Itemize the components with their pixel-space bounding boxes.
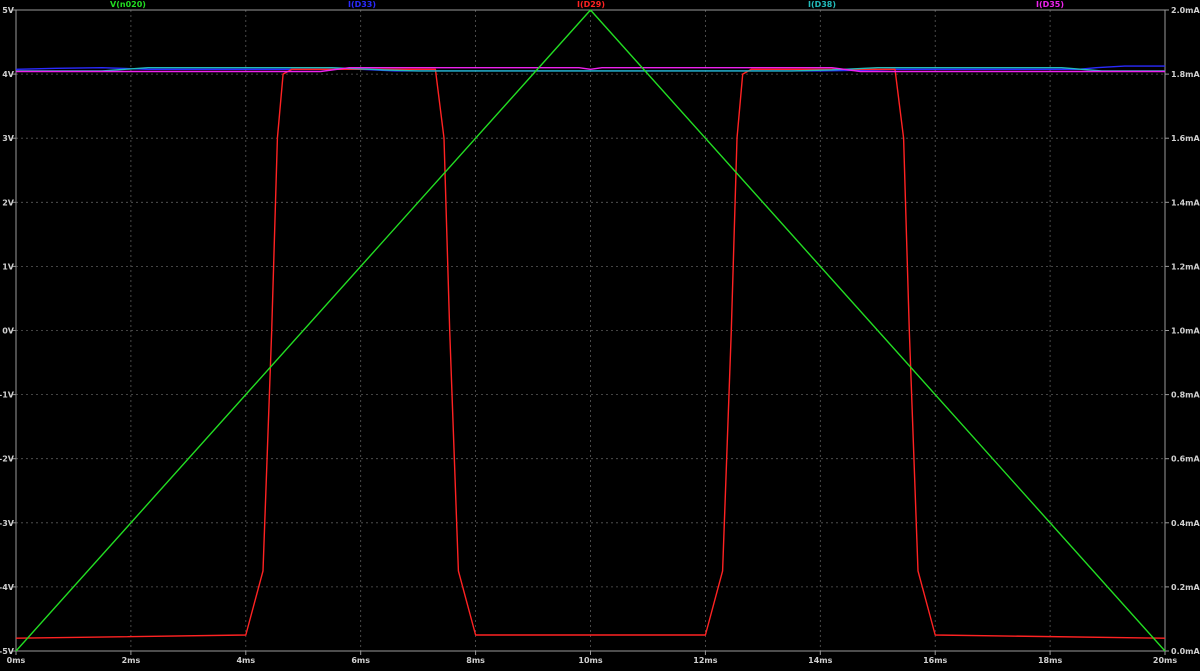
grid-layer <box>16 10 1165 651</box>
y-right-tick-label: 1.2mA <box>1171 262 1200 271</box>
y-right-tick-label: 1.0mA <box>1171 327 1200 336</box>
y-left-tick-label: -5V <box>0 647 15 656</box>
x-tick-label: 14ms <box>808 656 832 665</box>
y-right-tick-label: 1.6mA <box>1171 134 1200 143</box>
y-left-tick-label: 4V <box>2 70 15 79</box>
y-left-tick-label: 1V <box>2 262 15 271</box>
legend-item: I(D38) <box>808 0 836 9</box>
y-right-tick-label: 0.4mA <box>1171 519 1200 528</box>
y-right-tick-label: 0.2mA <box>1171 583 1200 592</box>
y-right-tick-label: 2.0mA <box>1171 6 1200 15</box>
x-tick-label: 12ms <box>693 656 717 665</box>
axes-layer: 0ms 2ms 4ms 6ms 8ms 10ms 12ms 14ms 16ms 18ms 20ms -… <box>0 6 1200 665</box>
x-tick-label: 0ms <box>7 656 26 665</box>
legend-item: I(D29) <box>577 0 605 9</box>
x-tick-label: 20ms <box>1153 656 1177 665</box>
waveform-plot-svg: 0ms 2ms 4ms 6ms 8ms 10ms 12ms 14ms 16ms 18ms 20ms -… <box>0 0 1200 665</box>
y-right-tick-label: 1.8mA <box>1171 70 1200 79</box>
y-right-tick-label: 1.4mA <box>1171 198 1200 207</box>
y-left-tick-label: 2V <box>2 198 15 207</box>
y-right-tick-label: 0.0mA <box>1171 647 1200 656</box>
y-left-tick-label: 3V <box>2 134 15 143</box>
x-tick-label: 18ms <box>1038 656 1062 665</box>
y-right-tick-label: 0.6mA <box>1171 455 1200 464</box>
x-tick-label: 10ms <box>578 656 602 665</box>
y-left-tick-label: -2V <box>0 455 15 464</box>
y-left-tick-label: -3V <box>0 519 15 528</box>
legend-layer: V(n020) I(D33) I(D29) I(D38) I(D35) <box>110 0 1064 9</box>
legend-item: V(n020) <box>110 0 146 9</box>
waveform-plot: 0ms 2ms 4ms 6ms 8ms 10ms 12ms 14ms 16ms 18ms 20ms -… <box>0 0 1200 667</box>
legend-item: I(D35) <box>1036 0 1064 9</box>
y-left-tick-label: 0V <box>2 327 15 336</box>
y-left-tick-label: -4V <box>0 583 15 592</box>
x-tick-label: 8ms <box>466 656 485 665</box>
y-right-tick-label: 0.8mA <box>1171 391 1200 400</box>
legend-item: I(D33) <box>348 0 376 9</box>
x-tick-label: 2ms <box>122 656 141 665</box>
y-left-tick-label: 5V <box>2 6 15 15</box>
x-tick-label: 16ms <box>923 656 947 665</box>
y-left-tick-label: -1V <box>0 391 15 400</box>
series-line-i-d29- <box>15 68 1166 639</box>
x-tick-label: 6ms <box>351 656 370 665</box>
x-tick-label: 4ms <box>236 656 255 665</box>
